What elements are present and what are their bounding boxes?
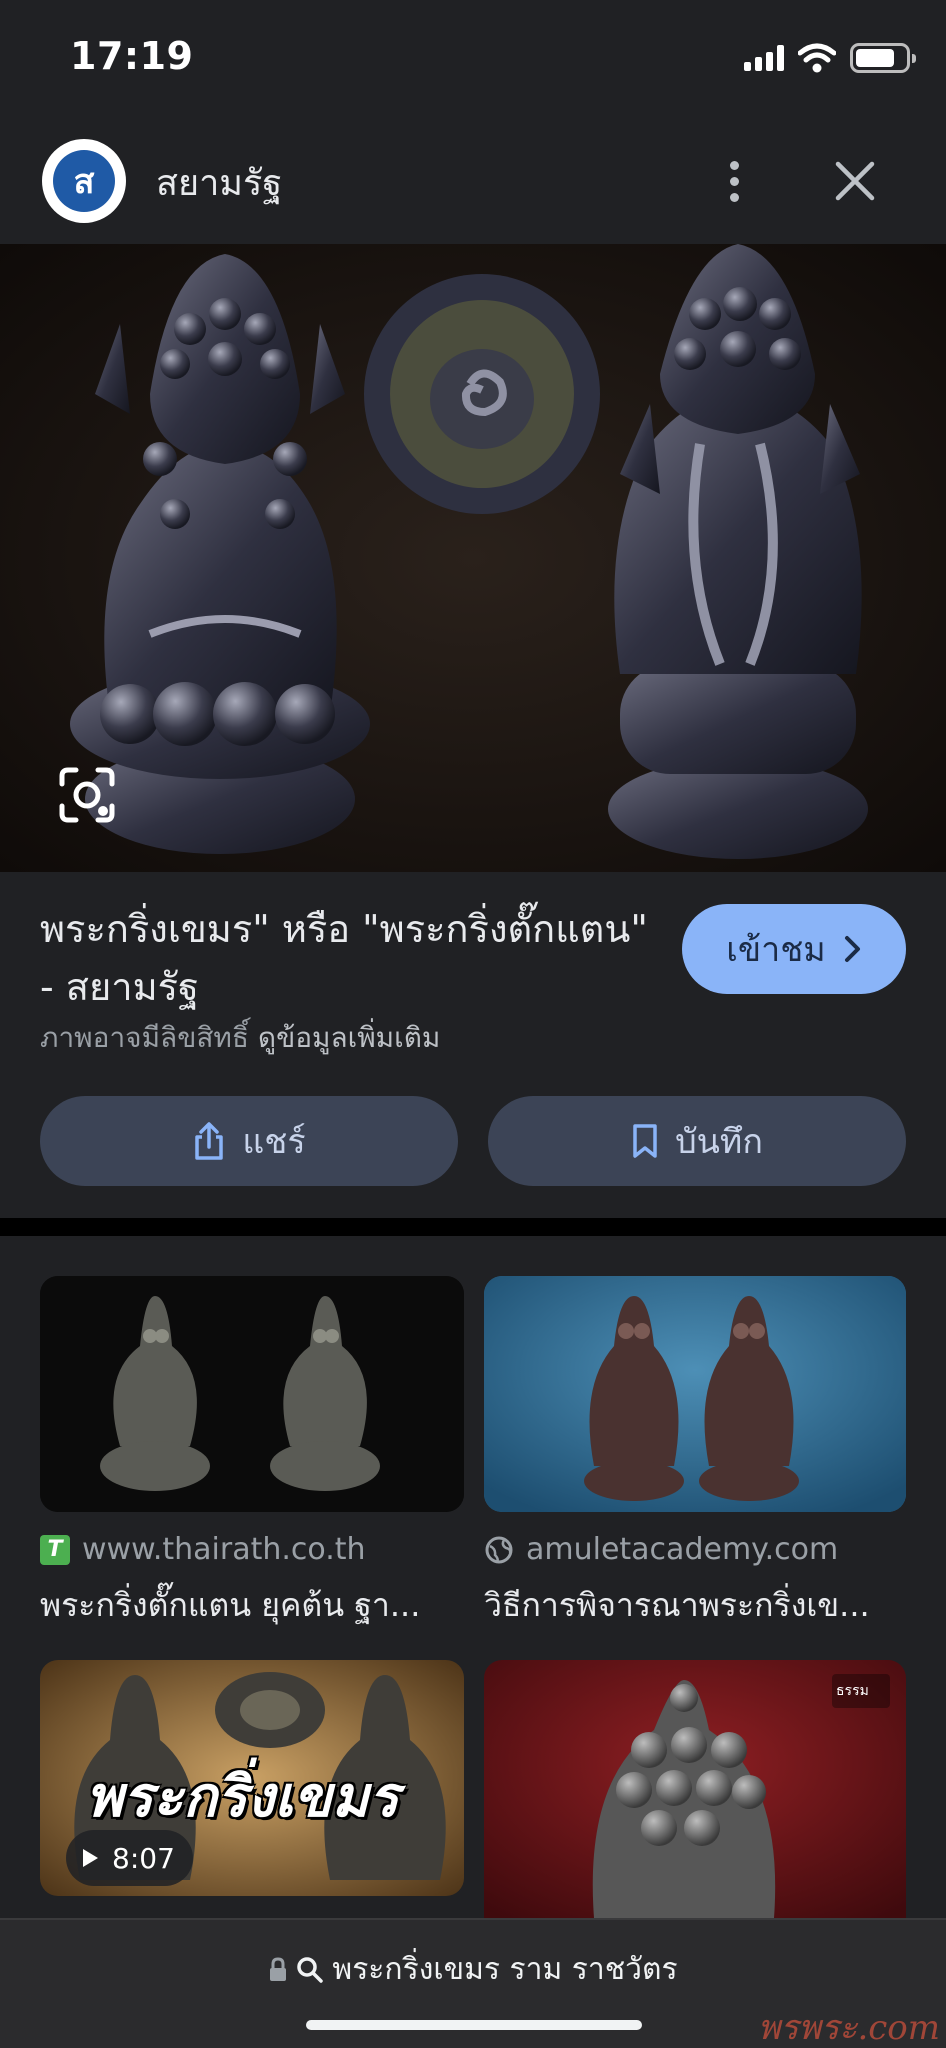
status-icons [744, 42, 916, 74]
site-name[interactable]: สยามรัฐ [156, 154, 282, 211]
thairath-logo-icon: T [40, 1534, 70, 1565]
site-logo[interactable]: ส [42, 139, 126, 223]
more-vert-icon [729, 160, 739, 170]
video-overlay-title: พระกริ่งเขมร [86, 1765, 399, 1830]
related-result-4[interactable]: ธรรม [484, 1660, 906, 1918]
google-lens-icon[interactable] [56, 764, 118, 826]
chevron-right-icon [844, 936, 860, 962]
battery-icon [850, 43, 916, 73]
save-button[interactable]: บันทึก [488, 1096, 906, 1186]
close-icon[interactable] [828, 154, 882, 208]
home-indicator[interactable] [306, 2020, 642, 2030]
visit-button-label: เข้าชม [726, 930, 826, 970]
search-icon [297, 1956, 324, 1983]
related-source: T www.thairath.co.th [40, 1532, 366, 1567]
save-button-label: บันทึก [675, 1122, 763, 1162]
channel-logo-text: ธรรม [836, 1683, 869, 1699]
share-icon [195, 1122, 224, 1160]
video-duration: 8:07 [112, 1841, 175, 1875]
related-source-label: www.thairath.co.th [82, 1532, 366, 1567]
result-title[interactable]: พระกริ่งเขมร" หรือ "พระกริ่งตั๊กแตน" - ส… [40, 900, 660, 1016]
related-title[interactable]: วิธีการพิจารณาพระกริ่งเข... [484, 1580, 906, 1631]
copyright-notice: ภาพอาจมีลิขสิทธิ์ ดูข้อมูลเพิ่มเติม [40, 1016, 440, 1060]
url-field[interactable]: พระกริ่งเขมร ราม ราชวัตร [0, 1946, 946, 1993]
more-options-button[interactable] [714, 154, 754, 208]
play-icon [83, 1849, 98, 1867]
amulet-photo [0, 244, 946, 872]
visit-button[interactable]: เข้าชม [682, 904, 906, 994]
copyright-text: ภาพอาจมีลิขสิทธิ์ [40, 1021, 249, 1054]
related-title[interactable]: พระกริ่งตั๊กแตน ยุคต้น ฐา... [40, 1580, 464, 1631]
cellular-signal-icon [744, 45, 784, 71]
related-source: amuletacademy.com [484, 1532, 838, 1567]
related-source-label: amuletacademy.com [526, 1532, 839, 1567]
watermark-text: พรพระ.com [757, 2008, 940, 2048]
hero-image[interactable] [0, 244, 946, 872]
result-header: ส สยามรัฐ [0, 118, 946, 244]
battery-level-fill [856, 49, 895, 67]
related-thumbnail[interactable] [40, 1276, 464, 1512]
amulet-thumbnail [40, 1276, 464, 1512]
related-result-3[interactable]: พระกริ่งเขมร 8:07 [40, 1660, 464, 1896]
wifi-icon [798, 43, 836, 73]
google-images-result-page: 17:19 ส สยามรัฐ พระกริ่งเขมร" หรือ "พระก… [0, 0, 946, 2048]
share-button-label: แชร์ [242, 1122, 306, 1162]
site-logo-letter: ส [53, 150, 115, 212]
share-button[interactable]: แชร์ [40, 1096, 458, 1186]
related-result-2[interactable]: amuletacademy.com วิธีการพิจารณาพระกริ่ง… [484, 1276, 906, 1636]
status-time: 17:19 [70, 34, 194, 78]
related-thumbnail[interactable]: ธรรม [484, 1660, 906, 1918]
related-video-thumbnail[interactable]: พระกริ่งเขมร 8:07 [40, 1660, 464, 1896]
status-bar: 17:19 [0, 0, 946, 118]
more-info-link[interactable]: ดูข้อมูลเพิ่มเติม [258, 1021, 440, 1054]
bookmark-icon [633, 1124, 657, 1158]
section-divider [0, 1218, 946, 1236]
video-duration-badge: 8:07 [66, 1830, 193, 1886]
amulet-base-disc [364, 274, 600, 514]
lock-icon [270, 1956, 287, 1981]
related-thumbnail[interactable] [484, 1276, 906, 1512]
url-query-text: พระกริ่งเขมร ราม ราชวัตร [332, 1952, 678, 1987]
amulet-thumbnail [484, 1276, 906, 1512]
related-result-1[interactable]: T www.thairath.co.th พระกริ่งตั๊กแตน ยุค… [40, 1276, 464, 1636]
globe-icon [485, 1536, 513, 1563]
